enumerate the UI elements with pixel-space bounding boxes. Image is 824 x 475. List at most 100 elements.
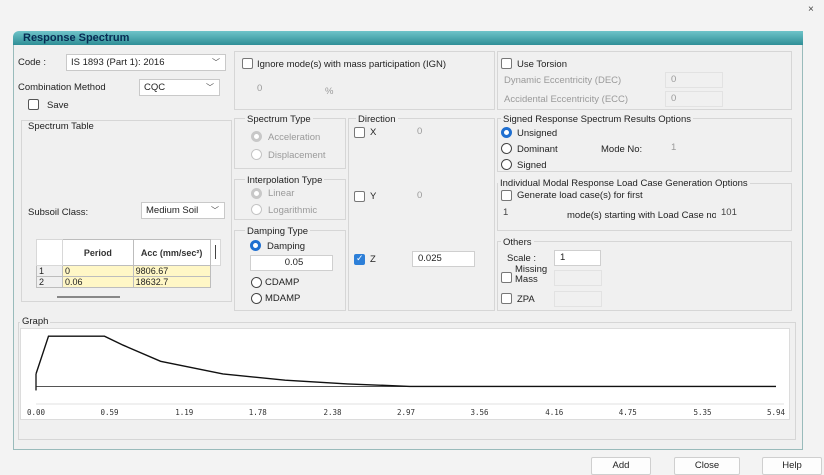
use-torsion-checkbox[interactable]: [501, 58, 512, 69]
x-tick-label: 2.38: [323, 408, 342, 417]
unsigned-radio[interactable]: [501, 127, 512, 138]
missing-mass-input[interactable]: [554, 270, 602, 286]
x-checkbox[interactable]: [354, 127, 365, 138]
z-value-input[interactable]: 0.025: [412, 251, 475, 267]
starting-load-case-label: mode(s) starting with Load Case no.: [567, 210, 720, 221]
chevron-down-icon: ﹀: [211, 206, 219, 215]
missing-mass-label: Missing Mass: [515, 264, 548, 285]
generate-load-case-checkbox[interactable]: [501, 190, 512, 201]
row-number: 1: [36, 265, 63, 277]
use-torsion-label: Use Torsion: [517, 59, 567, 70]
x-tick-label: 1.78: [249, 408, 268, 417]
displacement-label: Displacement: [268, 150, 326, 161]
direction-group: [348, 118, 495, 311]
x-value-input[interactable]: 0: [412, 125, 475, 141]
dominant-radio[interactable]: [501, 143, 512, 154]
zpa-checkbox[interactable]: [501, 293, 512, 304]
x-label: X: [370, 127, 377, 138]
acc-cell[interactable]: 9806.67: [132, 265, 211, 277]
code-select[interactable]: IS 1893 (Part 1): 2016 ﹀: [66, 54, 226, 71]
dec-label: Dynamic Eccentricity (DEC): [504, 75, 622, 86]
interpolation-title: Interpolation Type: [245, 175, 325, 186]
mode-count-input[interactable]: 1: [498, 206, 561, 222]
signed-radio[interactable]: [501, 159, 512, 170]
mode-no-label: Mode No:: [601, 144, 643, 155]
save-checkbox[interactable]: [28, 99, 39, 110]
ignore-modes-label: Ignore mode(s) with mass participation (…: [257, 59, 447, 70]
cdamp-radio[interactable]: [251, 277, 262, 288]
horizontal-scrollbar[interactable]: [57, 296, 120, 298]
y-value-input[interactable]: 0: [412, 189, 475, 205]
x-tick-label: 4.75: [619, 408, 637, 417]
row-number: 2: [36, 276, 63, 288]
ecc-label: Accidental Eccentricity (ECC): [504, 94, 629, 105]
displacement-radio[interactable]: [251, 149, 262, 160]
x-tick-label: 4.16: [545, 408, 564, 417]
table-scrollbar[interactable]: [209, 239, 222, 266]
spectrum-type-title: Spectrum Type: [245, 114, 313, 125]
scale-label: Scale :: [507, 253, 537, 264]
z-checkbox[interactable]: [354, 253, 365, 265]
x-tick-label: 0.00: [27, 408, 46, 417]
scale-input[interactable]: 1: [554, 250, 601, 266]
graph-canvas: 0.00 0.59 1.19 1.78 2.38 2.97 3.56 4.16 4.75 5.35…: [20, 328, 790, 420]
linear-radio[interactable]: [251, 188, 262, 199]
save-label: Save: [47, 100, 69, 111]
logarithmic-label: Logarithmic: [268, 205, 318, 216]
generate-load-case-label: Generate load case(s) for first: [517, 190, 643, 201]
direction-title: Direction: [356, 114, 398, 125]
mdamp-label: MDAMP: [265, 293, 301, 304]
x-tick-label: 2.97: [397, 408, 415, 417]
acc-cell[interactable]: 18632.7: [132, 276, 211, 288]
x-tick-label: 5.35: [693, 408, 711, 417]
unsigned-label: Unsigned: [517, 128, 558, 139]
table-row[interactable]: 2 0.06 18632.7: [36, 276, 221, 288]
period-header: Period: [61, 239, 134, 266]
close-button[interactable]: Close: [674, 457, 740, 475]
subsoil-select[interactable]: Medium Soil ﹀: [141, 202, 225, 219]
add-button[interactable]: Add: [591, 457, 651, 475]
mode-no-input[interactable]: 1: [666, 141, 714, 157]
close-icon[interactable]: ×: [808, 4, 814, 15]
chevron-down-icon: ﹀: [206, 83, 214, 92]
zpa-input[interactable]: [554, 291, 602, 307]
x-tick-label: 1.19: [175, 408, 193, 417]
dialog-title: Response Spectrum: [13, 31, 803, 45]
period-cell[interactable]: 0.06: [61, 276, 134, 288]
ecc-input[interactable]: 0: [665, 91, 723, 107]
modal-generation-title: Individual Modal Response Load Case Gene…: [498, 178, 750, 189]
ignore-modes-checkbox[interactable]: [242, 58, 253, 69]
damping-radio[interactable]: [250, 240, 261, 251]
damping-value-input[interactable]: 0.05: [250, 255, 333, 271]
damping-title: Damping Type: [245, 226, 311, 237]
combination-value: CQC: [144, 82, 166, 93]
period-cell[interactable]: 0: [61, 265, 134, 277]
combination-select[interactable]: CQC ﹀: [139, 79, 220, 96]
acceleration-radio[interactable]: [251, 131, 262, 142]
response-spectrum-window: × Response Spectrum Code : IS 1893 (Part…: [0, 0, 824, 475]
chevron-down-icon: ﹀: [212, 58, 220, 67]
signed-label: Signed: [517, 160, 547, 171]
dominant-label: Dominant: [517, 144, 558, 155]
linear-label: Linear: [268, 188, 295, 199]
x-tick-label: 0.59: [100, 408, 118, 417]
subsoil-value: Medium Soil: [146, 205, 199, 216]
missing-mass-checkbox[interactable]: [501, 272, 512, 283]
y-checkbox[interactable]: [354, 191, 365, 202]
subsoil-label: Subsoil Class:: [28, 207, 89, 218]
row-number-header: [36, 239, 63, 266]
help-button[interactable]: Help: [762, 457, 822, 475]
graph-title: Graph: [20, 316, 51, 327]
start-load-case-input[interactable]: 101: [716, 206, 769, 222]
ignore-percent-input[interactable]: 0: [252, 82, 307, 98]
table-row[interactable]: 1 0 9806.67: [36, 265, 221, 277]
combination-label: Combination Method: [18, 82, 106, 93]
percent-unit: %: [325, 86, 334, 97]
acc-header: Acc (mm/sec²): [132, 239, 211, 266]
x-tick-label: 5.94: [767, 408, 786, 417]
logarithmic-radio[interactable]: [251, 204, 262, 215]
dec-input[interactable]: 0: [665, 72, 723, 88]
spectrum-table-title: Spectrum Table: [26, 121, 96, 132]
spectrum-table: Period Acc (mm/sec²) 1 0 9806.67 2 0.06 …: [36, 239, 222, 288]
mdamp-radio[interactable]: [251, 293, 262, 304]
